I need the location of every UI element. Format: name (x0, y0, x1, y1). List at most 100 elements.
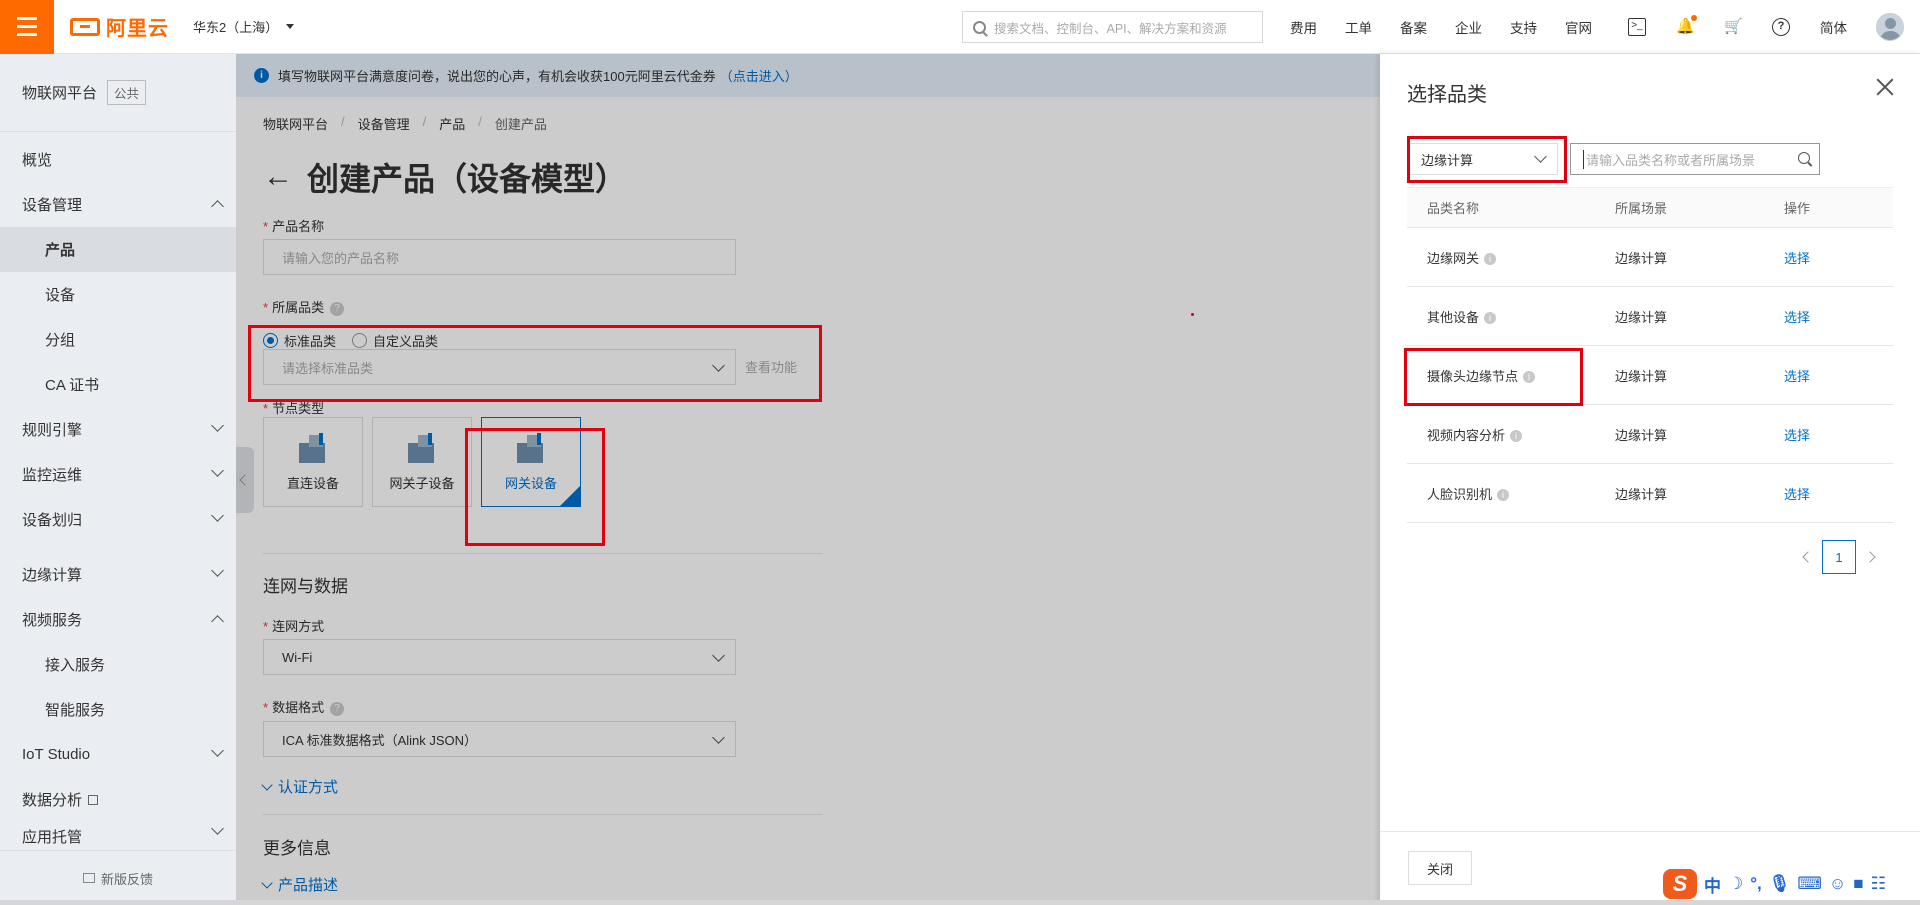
notification-dot (1691, 15, 1697, 21)
link-support[interactable]: 支持 (1510, 17, 1537, 37)
category-name-cell: 人脸识别机 i (1407, 463, 1615, 523)
sidebar-item-label: 视频服务 (22, 612, 83, 629)
sidebar-tag[interactable]: 公共 (107, 80, 147, 105)
sidebar-item-smart-service[interactable]: 智能服务 (0, 687, 236, 732)
search-placeholder: 请输入品类名称或者所属场景 (1583, 149, 1755, 169)
region-selector[interactable]: 华东2（上海） (193, 17, 295, 36)
column-header: 操作 (1784, 187, 1893, 228)
sidebar-item-iot-studio[interactable]: IoT Studio (0, 732, 236, 777)
select-link[interactable]: 选择 (1784, 310, 1810, 325)
sogou-logo-icon[interactable]: S (1663, 869, 1697, 899)
close-button[interactable]: 关闭 (1408, 851, 1472, 885)
category-search-input[interactable]: 请输入品类名称或者所属场景 (1570, 143, 1820, 175)
sidebar-item-product[interactable]: 产品 (0, 227, 236, 272)
language-switch[interactable]: 简体 (1820, 17, 1847, 37)
punctuation-icon[interactable]: °, (1750, 874, 1762, 894)
sidebar-item-label: 设备 (45, 287, 76, 304)
sidebar-item-app-hosting[interactable]: 应用托管 (0, 822, 236, 846)
sidebar-item-rule-engine[interactable]: 规则引擎 (0, 407, 236, 452)
sidebar-item-ca-cert[interactable]: CA 证书 (0, 362, 236, 407)
microphone-icon[interactable]: 🎙 (1769, 874, 1791, 894)
table-row: 摄像头边缘节点 i 边缘计算 选择 (1407, 345, 1893, 405)
search-placeholder: 搜索文档、控制台、API、解决方案和资源 (994, 21, 1227, 36)
moon-icon[interactable]: ☽ (1728, 874, 1743, 894)
info-icon[interactable]: i (1484, 253, 1497, 266)
sidebar-item-group[interactable]: 分组 (0, 317, 236, 362)
chevron-down-icon (211, 744, 224, 757)
help-icon[interactable]: ? (1772, 18, 1790, 36)
table-header-row: 品类名称 所属场景 操作 (1407, 187, 1893, 228)
column-header: 所属场景 (1615, 187, 1784, 228)
select-link[interactable]: 选择 (1784, 251, 1810, 266)
link-enterprise[interactable]: 企业 (1455, 17, 1482, 37)
search-icon[interactable] (1798, 152, 1810, 164)
select-link[interactable]: 选择 (1784, 428, 1810, 443)
sidebar-item-label: 设备管理 (22, 197, 83, 214)
scene-filter-select[interactable]: 边缘计算 (1408, 143, 1558, 175)
chevron-up-icon (211, 615, 224, 628)
category-name-cell: 边缘网关 i (1407, 227, 1615, 287)
sidebar-item-overview[interactable]: 概览 (0, 137, 236, 182)
ime-chinese-mode[interactable]: 中 (1704, 872, 1721, 897)
modal-mask[interactable] (236, 54, 1380, 905)
table-row: 人脸识别机 i 边缘计算 选择 (1407, 463, 1893, 523)
link-official[interactable]: 官网 (1565, 17, 1592, 37)
link-cost[interactable]: 费用 (1290, 17, 1317, 37)
region-label: 华东2（上海） (193, 20, 279, 35)
keyboard-icon[interactable]: ⌨ (1797, 874, 1822, 894)
scene-cell: 边缘计算 (1615, 345, 1784, 405)
bell-icon[interactable]: 🔔 (1676, 15, 1697, 36)
chevron-up-icon (211, 200, 224, 213)
scene-cell: 边缘计算 (1615, 404, 1784, 464)
feedback-button[interactable]: 新版反馈 (0, 850, 236, 905)
aliyun-logo[interactable]: 阿里云 (70, 12, 169, 41)
scene-cell: 边缘计算 (1615, 227, 1784, 287)
search-icon (973, 20, 986, 34)
cart-icon[interactable]: 🛒 (1724, 18, 1743, 36)
chevron-left-icon[interactable] (1802, 551, 1814, 563)
user-icon[interactable]: ☺ (1829, 874, 1846, 894)
shirt-icon[interactable]: ■ (1853, 874, 1863, 894)
terminal-icon[interactable]: >_ (1628, 18, 1646, 36)
page-number-current[interactable]: 1 (1822, 540, 1856, 574)
info-icon[interactable]: i (1484, 312, 1497, 325)
sidebar-item-edge[interactable]: 边缘计算 (0, 552, 236, 597)
sidebar-item-data-analysis[interactable]: 数据分析 (0, 777, 236, 822)
global-search-input[interactable]: 搜索文档、控制台、API、解决方案和资源 (962, 11, 1263, 43)
sidebar: 物联网平台 公共 概览 设备管理 产品 设备 分组 CA 证书 规则引擎 监控运… (0, 54, 236, 905)
caret-down-icon (286, 24, 295, 29)
link-ticket[interactable]: 工单 (1345, 17, 1372, 37)
info-icon[interactable]: i (1523, 371, 1536, 384)
table-row: 其他设备 i 边缘计算 选择 (1407, 286, 1893, 346)
close-icon[interactable] (1876, 78, 1894, 96)
scene-filter-value: 边缘计算 (1421, 152, 1474, 168)
external-link-icon (88, 794, 99, 805)
sidebar-item-device-mgmt[interactable]: 设备管理 (0, 182, 236, 227)
info-icon[interactable]: i (1510, 430, 1523, 443)
menu-icon[interactable] (0, 0, 54, 54)
category-name-cell: 摄像头边缘节点 i (1407, 345, 1615, 405)
sidebar-item-device-assign[interactable]: 设备划归 (0, 497, 236, 542)
sidebar-item-video[interactable]: 视频服务 (0, 597, 236, 642)
sidebar-item-label: IoT Studio (22, 746, 91, 763)
top-links: 费用 工单 备案 企业 支持 官网 (1290, 0, 1620, 54)
select-link[interactable]: 选择 (1784, 369, 1810, 384)
sidebar-title: 物联网平台 (22, 85, 98, 102)
sidebar-item-access-service[interactable]: 接入服务 (0, 642, 236, 687)
chevron-down-icon (211, 419, 224, 432)
sidebar-item-label: 概览 (22, 152, 53, 169)
info-icon[interactable]: i (1497, 489, 1510, 502)
table-row: 视频内容分析 i 边缘计算 选择 (1407, 404, 1893, 464)
sidebar-item-monitoring[interactable]: 监控运维 (0, 452, 236, 497)
category-name-cell: 视频内容分析 i (1407, 404, 1615, 464)
chevron-down-icon (211, 564, 224, 577)
link-icp[interactable]: 备案 (1400, 17, 1427, 37)
grid-icon[interactable]: ☷ (1871, 874, 1886, 894)
chevron-right-icon[interactable] (1864, 551, 1876, 563)
select-link[interactable]: 选择 (1784, 487, 1810, 502)
sidebar-item-label: 数据分析 (22, 792, 83, 809)
sidebar-item-label: 智能服务 (45, 702, 106, 719)
avatar[interactable] (1876, 13, 1904, 41)
category-name-cell: 其他设备 i (1407, 286, 1615, 346)
sidebar-item-device[interactable]: 设备 (0, 272, 236, 317)
